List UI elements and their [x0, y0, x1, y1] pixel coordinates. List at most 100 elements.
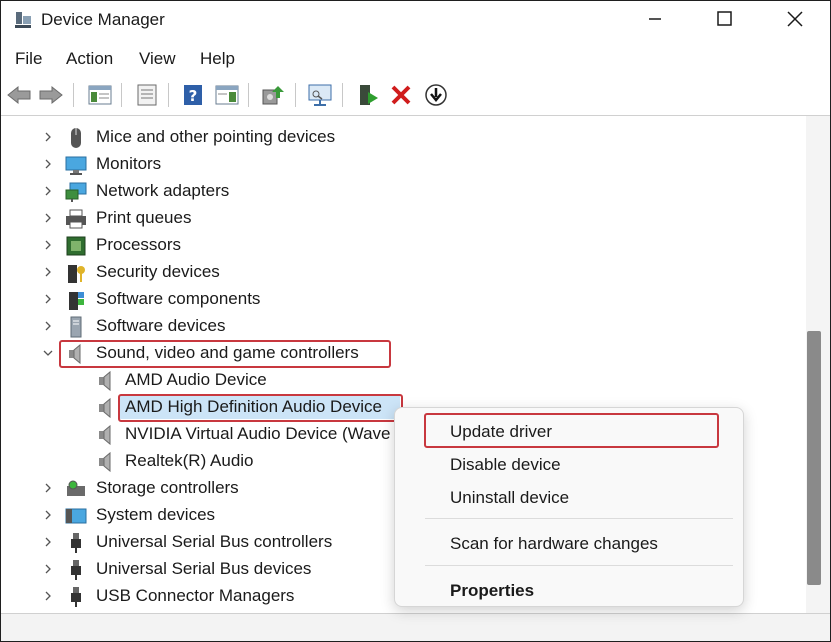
scrollbar-thumb[interactable]	[807, 331, 821, 585]
svg-text:?: ?	[189, 87, 198, 105]
toolbar-separator	[121, 83, 122, 107]
menu-file[interactable]: File	[15, 49, 42, 69]
scan-hardware-icon	[308, 84, 332, 106]
tree-item-print-queues[interactable]: Print queues	[1, 205, 701, 232]
device-manager-icon	[15, 12, 31, 28]
action-pane-icon	[215, 85, 239, 105]
chevron-right-icon[interactable]	[42, 158, 54, 170]
monitor-icon	[65, 156, 87, 175]
chevron-right-icon[interactable]	[42, 185, 54, 197]
help-button[interactable]: ?	[179, 81, 207, 109]
security-device-icon	[68, 265, 85, 283]
tree-item-label: System devices	[96, 505, 216, 524]
tree-item-software-components[interactable]: Software components	[1, 286, 701, 313]
enable-device-icon	[360, 85, 378, 105]
chevron-right-icon[interactable]	[42, 266, 54, 278]
tree-item-label: Storage controllers	[96, 478, 239, 497]
printer-icon	[66, 209, 86, 229]
menu-item-scan-hardware[interactable]: Scan for hardware changes	[450, 534, 658, 554]
tree-item-label: Network adapters	[96, 181, 230, 200]
chevron-right-icon[interactable]	[42, 536, 54, 548]
menu-action[interactable]: Action	[66, 49, 113, 69]
context-menu: Update driver Disable device Uninstall d…	[394, 407, 744, 607]
tree-item-label: USB Connector Managers	[96, 586, 295, 605]
usb-icon	[71, 560, 81, 580]
chevron-right-icon[interactable]	[42, 293, 54, 305]
software-device-icon	[70, 316, 82, 338]
menu-separator	[425, 565, 733, 566]
tree-item-label: Print queues	[96, 208, 192, 227]
forward-button[interactable]	[37, 81, 65, 109]
menu-help[interactable]: Help	[200, 49, 235, 69]
help-icon: ?	[184, 85, 202, 105]
maximize-icon	[717, 11, 732, 26]
tree-child-amd-audio[interactable]: AMD Audio Device	[1, 367, 701, 394]
tree-item-label: Monitors	[96, 154, 162, 173]
speaker-icon	[99, 451, 111, 473]
tree-item-label: AMD Audio Device	[125, 370, 267, 389]
tree-item-mice[interactable]: Mice and other pointing devices	[1, 124, 701, 151]
tree-item-label: Software components	[96, 289, 261, 308]
tree-item-label: Processors	[96, 235, 182, 254]
minimize-icon	[649, 18, 661, 20]
minimize-button[interactable]	[623, 1, 687, 37]
software-component-icon	[69, 292, 84, 310]
device-manager-window: Device Manager File Action View Help ? M…	[0, 0, 831, 642]
properties-icon	[137, 84, 157, 106]
toolbar: ?	[1, 75, 830, 116]
action-pane-button[interactable]	[213, 81, 241, 109]
update-driver-icon	[262, 86, 284, 105]
chevron-right-icon[interactable]	[42, 590, 54, 602]
show-hide-tree-button[interactable]	[86, 81, 114, 109]
uninstall-device-button[interactable]	[387, 81, 415, 109]
tree-item-monitors[interactable]: Monitors	[1, 151, 701, 178]
tree-item-label: Mice and other pointing devices	[96, 127, 336, 146]
chevron-right-icon[interactable]	[42, 509, 54, 521]
processor-icon	[66, 236, 86, 256]
window-title: Device Manager	[41, 10, 165, 29]
toolbar-separator	[248, 83, 249, 107]
menu-item-disable-device[interactable]: Disable device	[450, 455, 561, 475]
menu-item-properties[interactable]: Properties	[450, 581, 534, 601]
chevron-down-icon[interactable]	[42, 347, 54, 359]
speaker-icon	[99, 424, 111, 446]
toolbar-separator	[342, 83, 343, 107]
tree-item-network[interactable]: Network adapters	[1, 178, 701, 205]
properties-button[interactable]	[133, 81, 161, 109]
usb-icon	[71, 587, 81, 607]
speaker-icon	[99, 370, 111, 392]
enable-device-button[interactable]	[354, 81, 382, 109]
tree-item-label: NVIDIA Virtual Audio Device (Wave	[125, 424, 391, 443]
disable-device-button[interactable]	[422, 81, 450, 109]
chevron-right-icon[interactable]	[42, 131, 54, 143]
tree-item-label: Software devices	[96, 316, 226, 335]
status-bar	[1, 613, 830, 641]
menu-item-uninstall-device[interactable]: Uninstall device	[450, 488, 569, 508]
menu-view[interactable]: View	[139, 49, 176, 69]
tree-item-processors[interactable]: Processors	[1, 232, 701, 259]
speaker-icon	[99, 397, 111, 419]
tree-item-software-devices[interactable]: Software devices	[1, 313, 701, 340]
tree-item-label: Realtek(R) Audio	[125, 451, 254, 470]
menu-separator	[425, 518, 733, 519]
usb-icon	[71, 533, 81, 553]
chevron-right-icon[interactable]	[42, 239, 54, 251]
device-highlight	[118, 394, 403, 422]
chevron-right-icon[interactable]	[42, 320, 54, 332]
maximize-button[interactable]	[693, 1, 757, 37]
network-adapter-icon	[65, 182, 87, 202]
back-button[interactable]	[5, 81, 33, 109]
close-icon	[787, 11, 803, 27]
uninstall-device-icon	[391, 85, 411, 105]
scan-hardware-button[interactable]	[306, 81, 334, 109]
update-driver-button[interactable]	[259, 81, 287, 109]
toolbar-separator	[73, 83, 74, 107]
chevron-right-icon[interactable]	[42, 482, 54, 494]
chevron-right-icon[interactable]	[42, 563, 54, 575]
disable-device-icon	[425, 84, 447, 106]
close-button[interactable]	[763, 1, 827, 37]
chevron-right-icon[interactable]	[42, 212, 54, 224]
tree-item-security[interactable]: Security devices	[1, 259, 701, 286]
tree-item-label: Universal Serial Bus controllers	[96, 532, 333, 551]
tree-item-label: Universal Serial Bus devices	[96, 559, 312, 578]
